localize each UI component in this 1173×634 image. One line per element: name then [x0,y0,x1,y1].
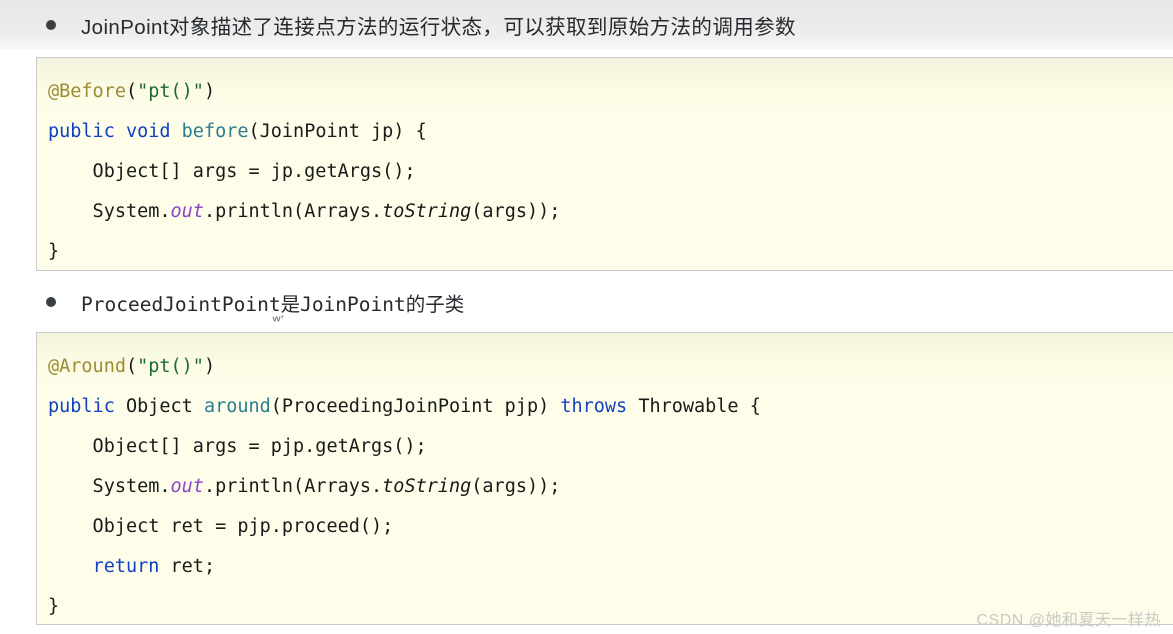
code-line: return ret; [37,547,1173,587]
code-block-before-advice: @Before("pt()") public void before(JoinPo… [36,57,1173,271]
code-token-plain: Object[] args = pjp.getArgs(); [48,436,427,457]
cursor-artifact: ᴡᶠ [272,313,285,324]
code-line: @Around("pt()") [37,347,1173,387]
bullet-item-label: JoinPoint对象描述了连接点方法的运行状态，可以获取到原始方法的调用参数 [81,16,796,39]
bullet-item-label: ProceedJointPoint是JoinPoint的子类 [81,292,465,316]
code-token-plain: Object[] args = jp.getArgs(); [48,161,416,182]
code-token-kw: void [125,121,171,142]
code-token-ital: toString [382,201,472,222]
code-line: Object[] args = pjp.getArgs(); [37,427,1173,467]
code-token-anno: @Before [48,81,126,102]
code-token-plain: Object ret = pjp.proceed(); [48,516,394,537]
code-token-str: "pt()" [137,81,204,102]
code-line: } [37,232,1173,270]
code-line: public Object around(ProceedingJoinPoint… [37,387,1173,427]
code-line: System.out.println(Arrays.toString(args)… [37,467,1173,507]
code-token-plain: .println(Arrays. [203,476,383,497]
code-token-kw: public [48,121,115,142]
csdn-watermark: CSDN @她和夏天一样热 [976,612,1161,629]
code-token-plain: ret; [159,556,216,577]
code-token-plain: ) [203,356,216,377]
code-token-plain: (JoinPoint jp) { [248,121,427,142]
code-token-plain: } [48,241,60,262]
code-line: Object ret = pjp.proceed(); [37,507,1173,547]
code-token-plain: (args)); [471,201,561,222]
bullet-item-proceedingjoinpoint: ProceedJointPoint是JoinPoint的子类 [46,286,464,318]
slide-page: JoinPoint对象描述了连接点方法的运行状态，可以获取到原始方法的调用参数 … [0,0,1173,634]
code-token-method: around [203,396,271,417]
code-line: Object[] args = jp.getArgs(); [37,152,1173,192]
code-token-plain: Throwable { [627,396,761,417]
bullet-item-joinpoint: JoinPoint对象描述了连接点方法的运行状态，可以获取到原始方法的调用参数 [46,8,796,42]
code-token-plain: } [48,596,60,617]
code-token-plain: Object [114,396,204,417]
code-token-kw: throws [560,396,628,417]
code-line: System.out.println(Arrays.toString(args)… [37,192,1173,232]
code-token-kw: public [48,396,115,417]
code-token-ital: toString [382,476,472,497]
code-token-field: out [170,201,204,222]
code-token-plain: System. [48,476,171,497]
code-token-method: before [181,121,249,142]
code-token-plain: (ProceedingJoinPoint pjp) [270,396,561,417]
bullet-dot-icon [46,20,56,30]
code-line: @Before("pt()") [37,72,1173,112]
code-token-plain: ) [203,81,216,102]
code-token-kw: return [92,556,160,577]
code-token-plain: .println(Arrays. [203,201,383,222]
code-token-anno: @Around [48,356,126,377]
code-token-str: "pt()" [137,356,204,377]
code-block-around-advice: @Around("pt()") public Object around(Proc… [36,332,1173,625]
bullet-dot-icon [46,297,56,307]
code-token-plain: ( [125,356,138,377]
code-token-plain: (args)); [471,476,561,497]
code-line: public void before(JoinPoint jp) { [37,112,1173,152]
code-token-plain: System. [48,201,171,222]
code-token-field: out [170,476,204,497]
code-token-plain: ( [125,81,138,102]
